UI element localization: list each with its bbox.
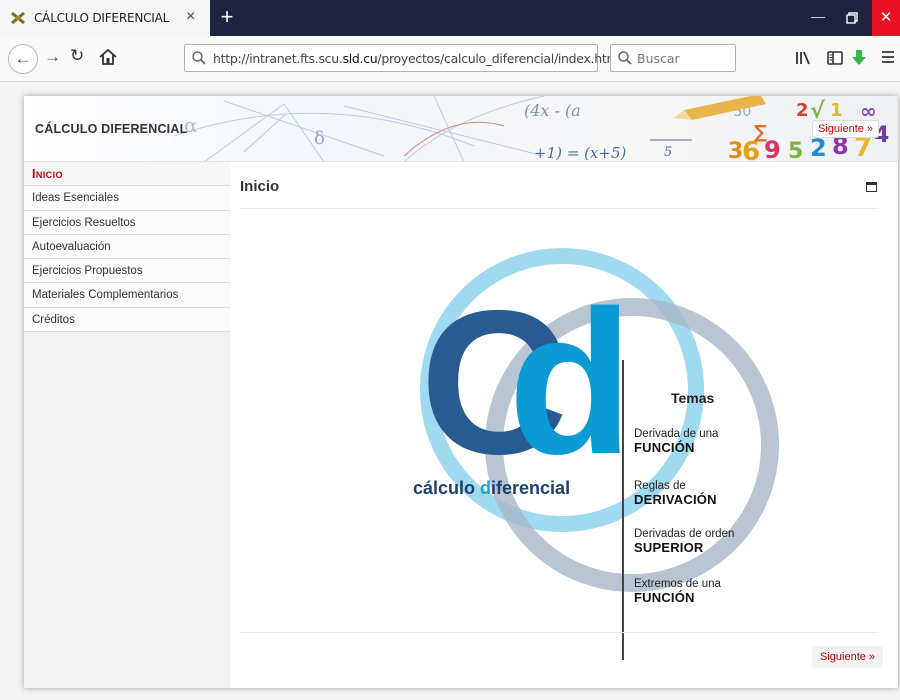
window-close-icon[interactable]: ✕ [872, 0, 900, 36]
search-placeholder: Buscar [637, 51, 680, 66]
sidebar-item-materiales-complementarios[interactable]: Materiales Complementarios [24, 283, 230, 308]
sidebar-item-ideas-esenciales[interactable]: Ideas Esenciales [24, 186, 230, 211]
browser-tab[interactable]: CÁLCULO DIFERENCIAL × [0, 0, 210, 36]
page-title: Inicio [240, 178, 280, 195]
topic-line1: Derivada de una [634, 428, 719, 440]
course-logo: C d cálculo diferencial Temas Derivada d… [380, 240, 780, 660]
library-icon[interactable] [794, 49, 812, 67]
next-button-top[interactable]: Siguiente » [812, 120, 880, 138]
topic-line2: DERIVACIÓN [634, 492, 717, 507]
topic-line1: Reglas de [634, 480, 686, 492]
svg-text:1: 1 [830, 100, 843, 121]
sidebar-item-autoevaluacion[interactable]: Autoevaluación [24, 234, 230, 260]
reload-icon[interactable]: ↻ [70, 46, 84, 66]
navigation-toolbar: ← → ↻ http://intranet.fts.scu.sld.cu/pro… [0, 36, 900, 82]
sidebar-item-inicio[interactable]: Inicio [24, 162, 230, 187]
site-title: CÁLCULO DIFERENCIAL [35, 122, 188, 136]
topic-item: Reglas de DERIVACIÓN [634, 480, 717, 506]
url-prefix: http://intranet.fts.scu. [213, 51, 343, 66]
maximize-icon[interactable] [866, 182, 877, 192]
svg-text:2: 2 [810, 134, 827, 162]
tab-close-icon[interactable]: × [186, 8, 195, 26]
svg-text:5: 5 [664, 145, 672, 160]
svg-text:2: 2 [796, 100, 809, 121]
minimize-icon[interactable]: — [806, 8, 830, 24]
favicon-icon [11, 11, 25, 25]
page-container: δ α (4x - (a +1) = (x+5) 5 - 50 3 6 9 5 … [24, 96, 898, 688]
browser-tab-strip: CÁLCULO DIFERENCIAL × + — ✕ [0, 0, 900, 36]
sidebar-icon[interactable] [826, 49, 844, 67]
sidebar-item-creditos[interactable]: Créditos [24, 307, 230, 333]
topic-line1: Extremos de una [634, 578, 721, 590]
home-icon[interactable] [98, 48, 118, 66]
topic-line2: FUNCIÓN [634, 590, 695, 605]
topic-item: Derivada de una FUNCIÓN [634, 428, 718, 454]
logo-word-accent: d [480, 478, 492, 498]
logo-wordmark: cálculo diferencial [413, 478, 570, 499]
svg-text:5: 5 [788, 139, 803, 162]
logo-word-a: cálculo [413, 478, 481, 498]
url-domain: sld.cu [342, 51, 378, 66]
search-icon [618, 51, 632, 65]
next-button-bottom[interactable]: Siguiente » [812, 646, 884, 668]
menu-icon[interactable] [880, 49, 896, 65]
header-banner: δ α (4x - (a +1) = (x+5) 5 - 50 3 6 9 5 … [24, 96, 898, 162]
restore-icon[interactable] [840, 9, 864, 27]
temas-heading: Temas [671, 390, 715, 406]
svg-text:(4x - (a: (4x - (a [524, 101, 581, 120]
topic-line2: SUPERIOR [634, 540, 704, 555]
topic-item: Derivadas de orden SUPERIOR [634, 528, 734, 554]
search-bar[interactable]: Buscar [610, 44, 736, 72]
svg-text:+1) = (x+5): +1) = (x+5) [534, 144, 626, 162]
tab-title: CÁLCULO DIFERENCIAL [34, 11, 170, 25]
logo-letter-d: d [508, 268, 633, 497]
topic-line1: Derivadas de orden [634, 528, 735, 540]
svg-text:δ: δ [314, 128, 325, 149]
sidebar-item-ejercicios-propuestos[interactable]: Ejercicios Propuestos [24, 259, 230, 284]
download-icon[interactable] [850, 48, 868, 68]
magnifier-icon [192, 51, 206, 65]
url-bar[interactable]: http://intranet.fts.scu.sld.cu/proyectos… [184, 44, 622, 72]
new-tab-button[interactable]: + [214, 4, 240, 30]
topic-item: Extremos de una FUNCIÓN [634, 578, 721, 604]
url-text: http://intranet.fts.scu.sld.cu/proyectos… [213, 51, 622, 66]
svg-text:∑: ∑ [754, 122, 767, 143]
back-icon[interactable]: ← [8, 44, 38, 74]
url-suffix: /proyectos/calculo_diferencial/index.htm… [377, 51, 622, 66]
topic-line2: FUNCIÓN [634, 440, 695, 455]
divider [240, 208, 878, 209]
forward-icon[interactable]: → [44, 47, 61, 67]
divider [240, 632, 878, 633]
sidebar-item-ejercicios-resueltos[interactable]: Ejercicios Resueltos [24, 210, 230, 235]
logo-divider [622, 360, 624, 660]
sidebar-menu: Inicio Ideas Esenciales Ejercicios Resue… [24, 162, 230, 688]
logo-word-b: iferencial [491, 478, 571, 498]
main-content: Inicio C d cálculo diferencial Temas Der… [230, 162, 898, 688]
